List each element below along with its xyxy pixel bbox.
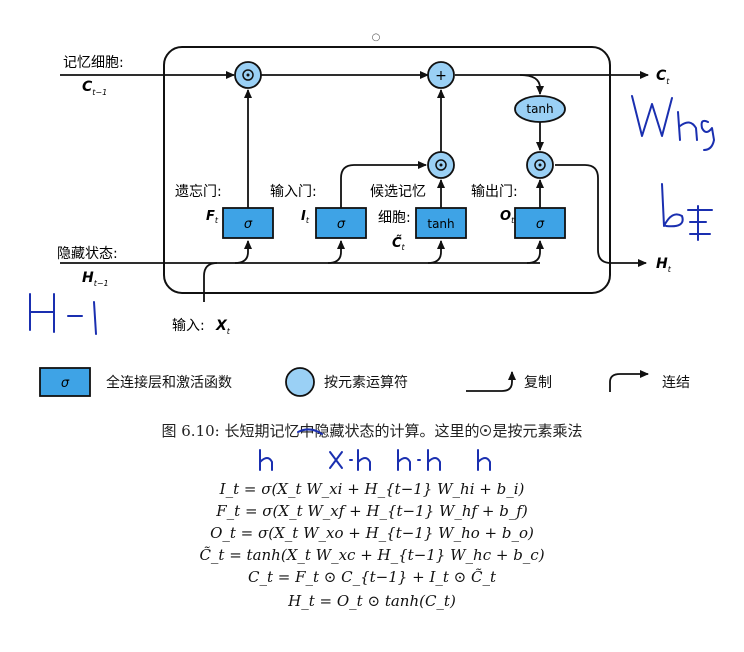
hidden-state-label: 隐藏状态: <box>57 246 118 262</box>
h-prev-symbol: Ht−1 <box>82 270 109 288</box>
output-mul-to-h-path <box>555 164 647 267</box>
odot-symbol-icon <box>480 425 492 436</box>
legend-copy-icon <box>466 371 516 392</box>
handwriting-note-hh <box>397 449 441 471</box>
caption-text-before: 图 6.10: 长短期记忆中隐藏状态的计算。这里的 <box>161 422 480 440</box>
h-out-symbol: Ht <box>656 256 672 274</box>
equations-block: I_t = σ(X_t W_xi + H_{t−1} W_hi + b_i) F… <box>0 478 744 612</box>
legend-fc-sigma: σ <box>61 376 70 391</box>
forget-gate-sigma: σ <box>244 217 253 232</box>
branch-candidate <box>427 240 445 264</box>
input-label: 输入: <box>172 318 205 334</box>
c-out-symbol: Ct <box>656 68 670 86</box>
equation-forget-gate: F_t = σ(X_t W_xf + H_{t−1} W_hf + b_f) <box>216 502 528 520</box>
figure-caption: 图 6.10: 长短期记忆中隐藏状态的计算。这里的 是按元素乘法 <box>0 420 744 441</box>
legend-op-label: 按元素运算符 <box>324 375 408 391</box>
equation-cell-state: C_t = F_t ⊙ C_{t−1} + I_t ⊙ C̃_t <box>247 568 497 586</box>
x-t-symbol: Xt <box>215 318 231 336</box>
cell-add-op: + <box>427 61 455 89</box>
branch-output <box>526 240 544 264</box>
legend-concat-label: 连结 <box>662 375 690 391</box>
c-to-tanh-path <box>519 74 544 95</box>
c-prev-symbol: Ct−1 <box>82 79 107 97</box>
legend-concat-icon <box>609 370 649 392</box>
equation-hidden-state: H_t = O_t ⊙ tanh(C_t) <box>288 592 456 610</box>
output-gate-label: 输出门: <box>471 184 518 200</box>
output-multiply-op <box>526 151 554 179</box>
candidate-label-line1: 候选记忆 <box>370 184 426 200</box>
input-gate-sigma: σ <box>337 217 346 232</box>
svg-text:+: + <box>435 68 447 84</box>
memory-cell-label: 记忆细胞: <box>63 55 124 71</box>
branch-forget <box>234 240 252 264</box>
forget-gate-label: 遗忘门: <box>175 184 222 200</box>
handwriting-note-xh <box>329 449 371 471</box>
legend-op-swatch <box>285 367 315 397</box>
caption-text-after: 是按元素乘法 <box>492 422 583 440</box>
legend-fc-label: 全连接层和激活函数 <box>106 374 232 391</box>
input-multiply-op <box>427 151 455 179</box>
candidate-label-line2: 细胞: <box>378 210 411 226</box>
lstm-diagram: ○ 记忆细胞: Ct−1 隐藏状态: Ht−1 Ct tanh + σ σ ta… <box>57 32 672 336</box>
legend-copy-label: 复制 <box>524 374 552 391</box>
handwriting-note-h2 <box>477 449 491 471</box>
output-gate-symbol: Ot <box>500 209 515 225</box>
equation-input-gate: I_t = σ(X_t W_xi + H_{t−1} W_hi + b_i) <box>219 480 525 498</box>
legend: σ 全连接层和激活函数 按元素运算符 复制 连结 <box>39 367 690 397</box>
x-in-path <box>203 262 218 302</box>
input-gate-symbol: It <box>301 209 310 225</box>
input-gate-label: 输入门: <box>270 184 317 200</box>
equation-output-gate: O_t = σ(X_t W_xo + H_{t−1} W_ho + b_o) <box>210 524 534 542</box>
tanh-ellipse-label: tanh <box>526 102 553 116</box>
forget-multiply-op <box>234 61 262 89</box>
equation-candidate-cell: C̃_t = tanh(X_t W_xc + H_{t−1} W_hc + b_… <box>199 546 545 564</box>
top-mark: ○ <box>372 32 381 43</box>
candidate-tanh: tanh <box>427 217 454 231</box>
handwriting-note-h1 <box>259 449 273 471</box>
candidate-symbol: C̃t <box>392 236 406 252</box>
forget-gate-symbol: Ft <box>206 209 219 225</box>
branch-input <box>327 240 345 264</box>
output-gate-sigma: σ <box>536 217 545 232</box>
